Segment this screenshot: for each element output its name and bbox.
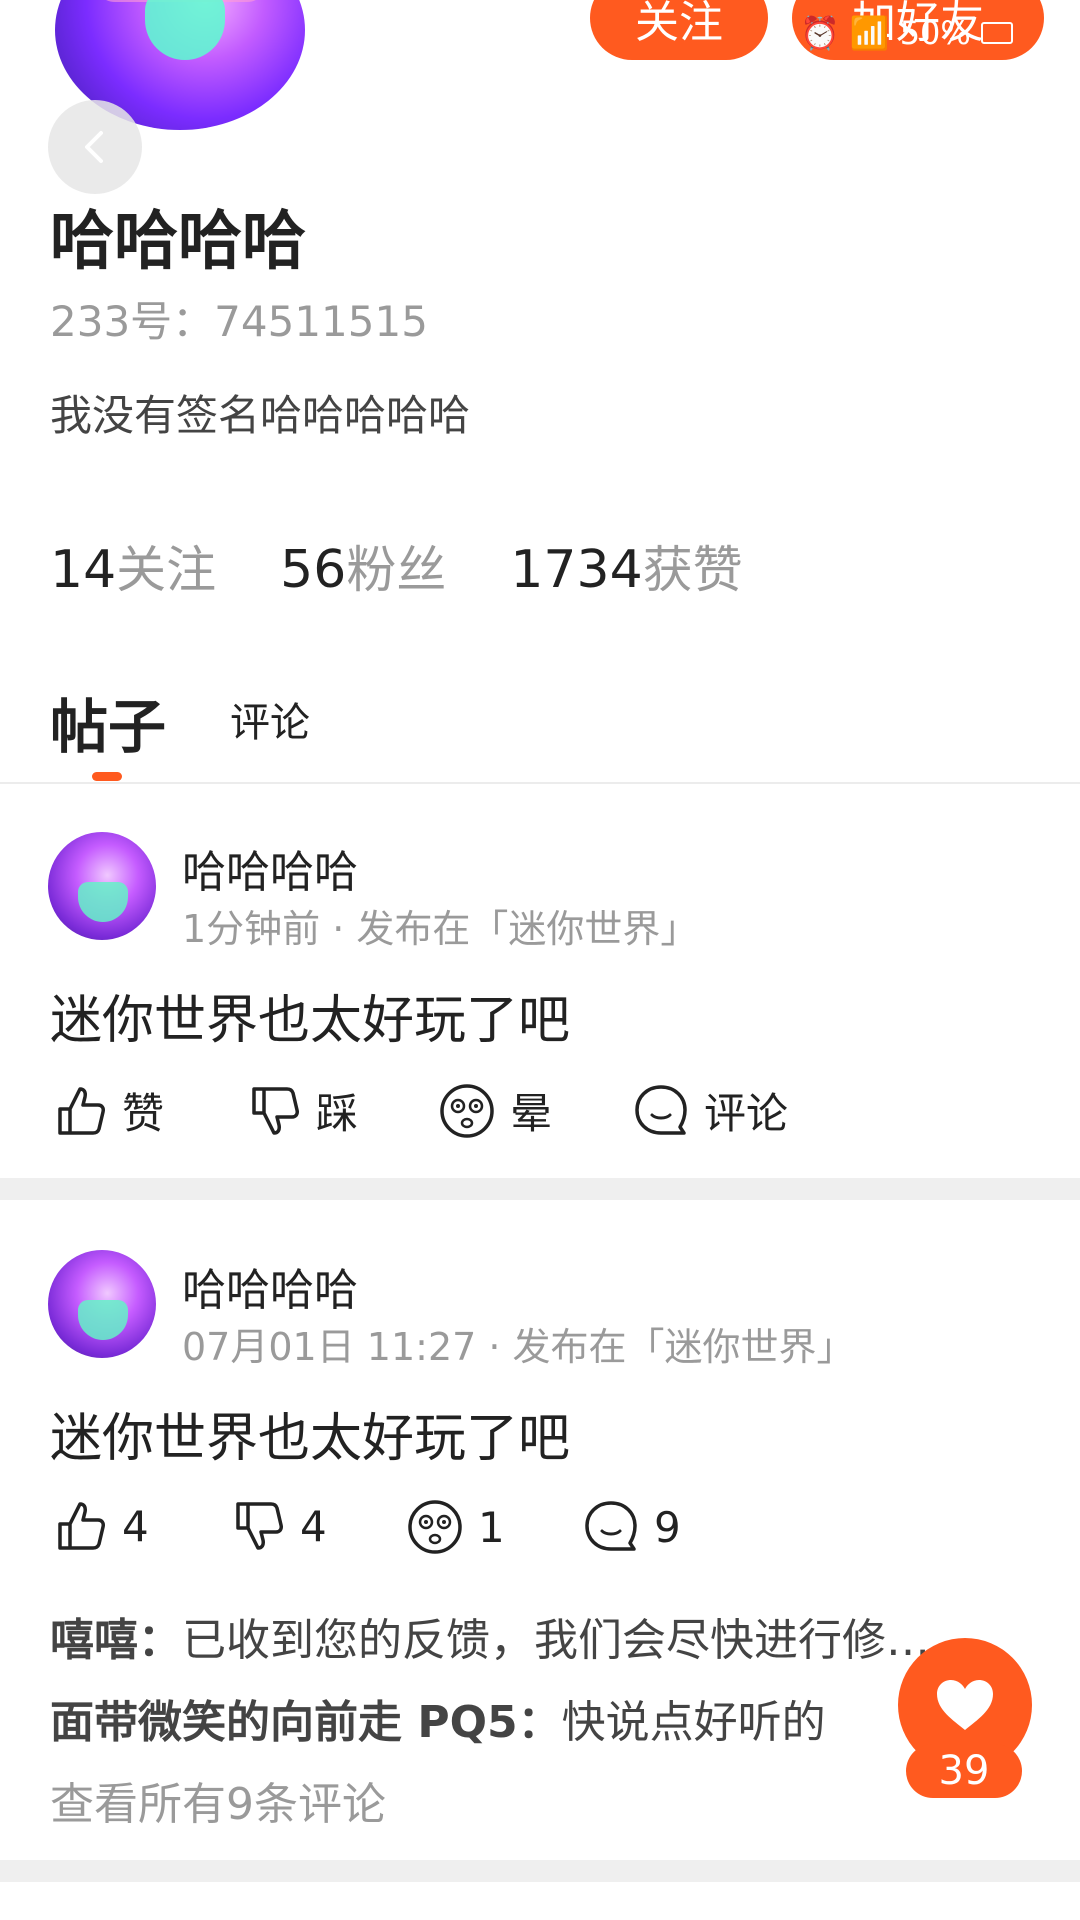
comment-bubble-icon — [635, 1084, 687, 1135]
like-count: 4 — [122, 1501, 149, 1551]
dislike-label: 踩 — [316, 1089, 359, 1138]
wifi-icon: 📶 — [849, 14, 890, 52]
dislike-button[interactable]: 踩 — [246, 1080, 358, 1141]
comment-text: 快说点好听的 — [561, 1697, 826, 1748]
profile-id-label: 233号： — [50, 297, 215, 346]
like-button[interactable]: 赞 — [52, 1080, 164, 1141]
section-divider — [0, 1860, 1080, 1882]
post-author[interactable]: 哈哈哈哈 — [182, 1254, 358, 1318]
post-meta: 07月01日 11:27 · 发布在「迷你世界」 — [182, 1325, 855, 1369]
dizzy-face-icon — [440, 1083, 494, 1138]
thumbs-down-icon — [252, 1086, 299, 1135]
avatar-hair — [78, 1300, 128, 1340]
stat-number: 14 — [50, 540, 117, 600]
stat-label: 关注 — [116, 541, 217, 599]
dislike-count: 4 — [300, 1501, 327, 1551]
like-button[interactable]: 4 — [52, 1498, 149, 1554]
dizzy-label: 晕 — [510, 1089, 553, 1138]
post-meta: 1分钟前 · 发布在「迷你世界」 — [182, 907, 699, 951]
like-count-badge: 39 — [906, 1744, 1022, 1798]
post-text[interactable]: 迷你世界也太好玩了吧 — [50, 978, 570, 1053]
comment-author: 嘻嘻： — [50, 1615, 182, 1666]
stat-number: 56 — [280, 540, 347, 600]
dizzy-count: 1 — [478, 1502, 505, 1552]
post-avatar[interactable] — [48, 832, 156, 940]
stat-likes[interactable]: 1734获赞 — [510, 530, 742, 602]
heart-icon — [937, 1680, 993, 1730]
chevron-left-icon — [85, 131, 103, 163]
comment-bubble-icon — [585, 1501, 637, 1551]
comment-button[interactable]: 9 — [582, 1498, 681, 1556]
battery-icon — [980, 22, 1013, 44]
dizzy-face-icon — [408, 1500, 462, 1554]
profile-name: 哈哈哈哈 — [50, 205, 306, 279]
post-author[interactable]: 哈哈哈哈 — [182, 836, 358, 900]
stat-label: 粉丝 — [346, 541, 447, 599]
tab-posts[interactable]: 帖子 — [50, 680, 166, 764]
comment-button[interactable]: 评论 — [632, 1080, 788, 1141]
follow-button[interactable]: 关注 — [590, 0, 768, 60]
comment-author: 面带微笑的向前走 PQ5： — [50, 1697, 562, 1748]
thumbs-down-icon — [236, 1502, 283, 1550]
status-bar: ⏰ 📶 50% — [800, 14, 1013, 52]
battery-text: 50% — [899, 14, 971, 52]
post-avatar[interactable] — [48, 1250, 156, 1358]
comment-label: 评论 — [704, 1089, 789, 1138]
like-label: 赞 — [122, 1089, 165, 1138]
profile-id: 233号：74511515 — [50, 288, 428, 349]
stat-fans[interactable]: 56粉丝 — [280, 530, 446, 602]
thumbs-up-icon — [58, 1086, 105, 1135]
dislike-button[interactable]: 4 — [230, 1498, 327, 1554]
profile-stats: 14关注 56粉丝 1734获赞 — [50, 530, 743, 602]
post-text[interactable]: 迷你世界也太好玩了吧 — [50, 1396, 570, 1471]
profile-bio: 我没有签名哈哈哈哈哈 — [50, 391, 471, 440]
comment-preview[interactable]: 面带微笑的向前走 PQ5：快说点好听的 — [50, 1686, 826, 1750]
avatar-hair — [145, 0, 225, 60]
tab-indicator — [92, 772, 122, 781]
section-divider — [0, 1178, 1080, 1200]
thumbs-up-icon — [58, 1502, 105, 1550]
alarm-icon: ⏰ — [800, 14, 840, 52]
view-all-comments-link[interactable]: 查看所有9条评论 — [50, 1768, 386, 1832]
stat-number: 1734 — [510, 540, 643, 600]
dizzy-button[interactable]: 晕 — [438, 1080, 552, 1141]
profile-id-value: 74511515 — [214, 297, 428, 346]
follow-label: 关注 — [635, 0, 723, 48]
dizzy-button[interactable]: 1 — [406, 1498, 505, 1556]
avatar-hair — [78, 882, 128, 922]
divider — [0, 782, 1080, 784]
comment-preview[interactable]: 嘻嘻：已收到您的反馈，我们会尽快进行修… — [50, 1604, 1010, 1668]
stat-following[interactable]: 14关注 — [50, 530, 216, 602]
comment-text: 已收到您的反馈，我们会尽快进行修… — [182, 1615, 930, 1666]
tab-comments[interactable]: 评论 — [230, 690, 310, 748]
stat-label: 获赞 — [642, 541, 743, 599]
comment-count: 9 — [654, 1502, 681, 1552]
back-button[interactable] — [48, 100, 142, 194]
